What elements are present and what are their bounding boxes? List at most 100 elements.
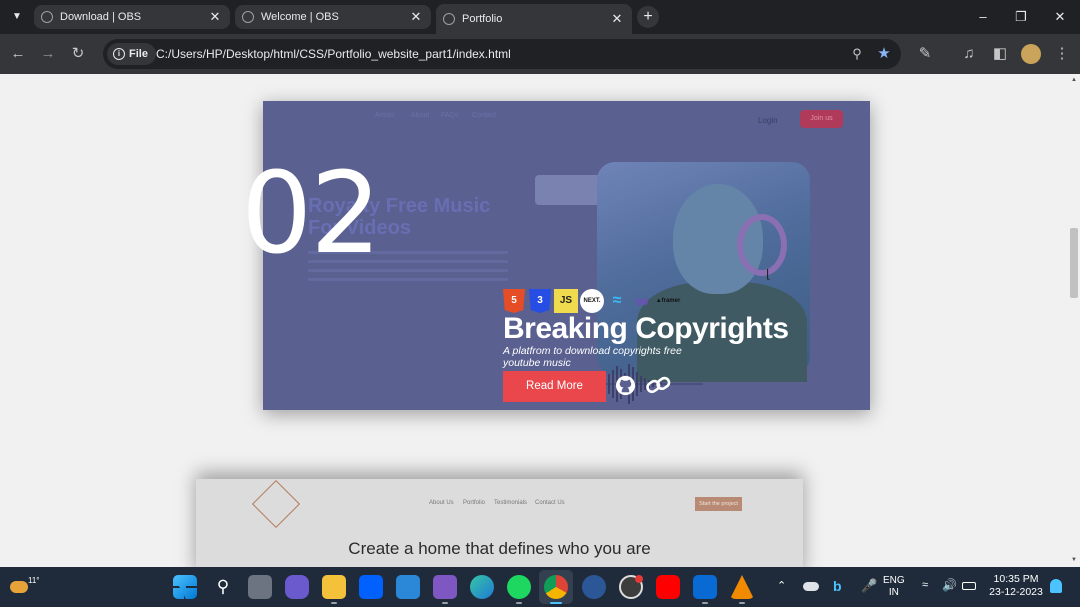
language-code: ENG <box>883 575 905 586</box>
weather-widget[interactable]: 11° <box>8 573 40 601</box>
tab-title: Portfolio <box>462 13 503 25</box>
temperature: 11° <box>28 576 40 585</box>
dropbox-icon[interactable] <box>359 575 383 599</box>
region-code: IN <box>888 587 899 598</box>
read-more-button[interactable]: Read More <box>503 371 606 402</box>
framer-icon: ▲framer <box>655 298 681 304</box>
menu-icon[interactable]: ⋮ <box>1050 42 1074 66</box>
link-icon[interactable] <box>645 374 671 396</box>
bg-nav-item: Artists <box>375 112 395 119</box>
running-indicator <box>331 602 337 604</box>
mail-icon[interactable] <box>396 575 420 599</box>
microphone-icon[interactable]: 🎤 <box>861 578 877 594</box>
active-indicator <box>550 602 562 604</box>
visual-studio-icon[interactable] <box>433 575 457 599</box>
battery-icon[interactable] <box>962 582 976 590</box>
obs-favicon-icon <box>41 11 53 23</box>
card2-cta-button: Start the project <box>695 497 742 511</box>
project-tagline: A platfrom to download copyrights free y… <box>503 345 682 369</box>
css3-icon: 3 <box>529 289 551 313</box>
running-indicator <box>516 602 522 604</box>
profile-avatar[interactable] <box>1021 44 1041 64</box>
project-title: Breaking Copyrights <box>503 312 789 345</box>
scroll-up-arrow[interactable]: ▲ <box>1070 77 1078 83</box>
close-tab-icon[interactable]: ✕ <box>208 10 222 24</box>
onedrive-icon[interactable] <box>803 582 819 591</box>
close-tab-icon[interactable]: ✕ <box>610 12 624 26</box>
close-window-button[interactable]: ✕ <box>1047 6 1073 28</box>
tab-search-button[interactable]: ▼ <box>8 8 26 26</box>
spotify-icon[interactable] <box>507 575 531 599</box>
vlc-icon[interactable] <box>730 575 754 599</box>
reload-button[interactable]: ↻ <box>66 42 90 66</box>
task-view-icon[interactable] <box>248 575 272 599</box>
project-card-home: About Us Portfolio Testimonials Contact … <box>196 479 803 567</box>
tab-title: Download | OBS <box>60 11 142 23</box>
scroll-thumb[interactable] <box>1070 228 1078 298</box>
extensions-icon[interactable]: ✎ <box>913 42 937 66</box>
tab-strip: ▼ Download | OBS ✕ Welcome | OBS ✕ Portf… <box>0 0 1080 34</box>
github-icon[interactable] <box>614 374 637 397</box>
running-indicator <box>702 602 708 604</box>
close-tab-icon[interactable]: ✕ <box>409 10 423 24</box>
chrome-icon[interactable] <box>544 575 568 599</box>
html5-icon: 5 <box>503 289 525 313</box>
wordpad-icon[interactable] <box>582 575 606 599</box>
bing-icon[interactable]: b <box>833 578 842 594</box>
side-panel-icon[interactable]: ◧ <box>988 42 1012 66</box>
tab-download-obs[interactable]: Download | OBS ✕ <box>34 5 230 29</box>
notification-bell-icon[interactable] <box>1050 579 1062 593</box>
media-control-icon[interactable]: ♫ <box>957 42 981 66</box>
tailwind-icon: ≈ <box>612 292 622 309</box>
card2-headline: Create a home that defines who you are <box>348 539 651 558</box>
language-indicator[interactable]: ENG IN <box>883 575 905 599</box>
forward-button[interactable]: → <box>36 42 60 66</box>
page-scrollbar[interactable]: ▲ ▼ <box>1068 74 1080 567</box>
text-cursor-icon: ⌊ <box>766 267 771 281</box>
restore-button[interactable]: ❐ <box>1008 6 1034 28</box>
card2-nav-item: Contact Us <box>535 500 565 506</box>
redux-icon: ∞ <box>635 291 649 311</box>
headphones-shape <box>737 214 787 276</box>
site-info-label: File <box>129 48 148 60</box>
scroll-down-arrow[interactable]: ▼ <box>1070 557 1078 563</box>
volume-icon[interactable]: 🔊 <box>942 578 957 592</box>
minimize-button[interactable]: – <box>970 6 996 28</box>
site-info-chip[interactable]: i File <box>107 43 156 65</box>
clock[interactable]: 10:35 PM 23-12-2023 <box>988 573 1044 599</box>
url-text[interactable]: C:/Users/HP/Desktop/html/CSS/Portfolio_w… <box>156 39 511 69</box>
zoom-icon[interactable]: ⚲ <box>847 44 867 64</box>
javascript-icon: JS <box>554 289 578 313</box>
edge-icon[interactable] <box>470 575 494 599</box>
bg-nav-item: FAQs <box>441 112 459 119</box>
tab-welcome-obs[interactable]: Welcome | OBS ✕ <box>235 5 431 29</box>
search-icon[interactable]: ⚲ <box>211 575 235 599</box>
date: 23-12-2023 <box>989 586 1043 598</box>
file-explorer-icon[interactable] <box>322 575 346 599</box>
bg-login: Login <box>758 116 778 125</box>
start-icon[interactable] <box>173 575 197 599</box>
meet-chat-icon[interactable] <box>285 575 309 599</box>
tab-portfolio[interactable]: Portfolio ✕ <box>436 4 632 34</box>
new-tab-button[interactable]: + <box>637 6 659 28</box>
tray-chevron-icon[interactable]: ⌃ <box>777 579 786 592</box>
card2-nav-item: Portfolio <box>463 500 486 506</box>
youtube-icon[interactable] <box>656 575 680 599</box>
bg-nav-item: Contact <box>472 112 497 119</box>
time: 10:35 PM <box>993 573 1039 585</box>
nextjs-icon: NEXT. <box>580 289 604 313</box>
card2-nav-item: Testimonials <box>494 500 528 506</box>
weather-icon <box>10 581 28 593</box>
globe-icon <box>443 13 455 25</box>
info-icon: i <box>113 48 125 60</box>
bg-nav-item: About <box>411 112 430 119</box>
windows-taskbar: 11° ⚲ ⌃ b 🎤 ENG IN ≈ 🔊 10:35 PM 23-12-20… <box>0 567 1080 607</box>
bookmark-star-icon[interactable]: ★ <box>874 44 894 64</box>
tab-title: Welcome | OBS <box>261 11 339 23</box>
wifi-icon[interactable]: ≈ <box>922 579 928 591</box>
address-bar[interactable]: i File C:/Users/HP/Desktop/html/CSS/Port… <box>103 39 901 69</box>
bg-join-button: Join us <box>800 110 843 128</box>
back-button[interactable]: ← <box>6 42 30 66</box>
vscode-icon[interactable] <box>693 575 717 599</box>
running-indicator <box>739 602 745 604</box>
